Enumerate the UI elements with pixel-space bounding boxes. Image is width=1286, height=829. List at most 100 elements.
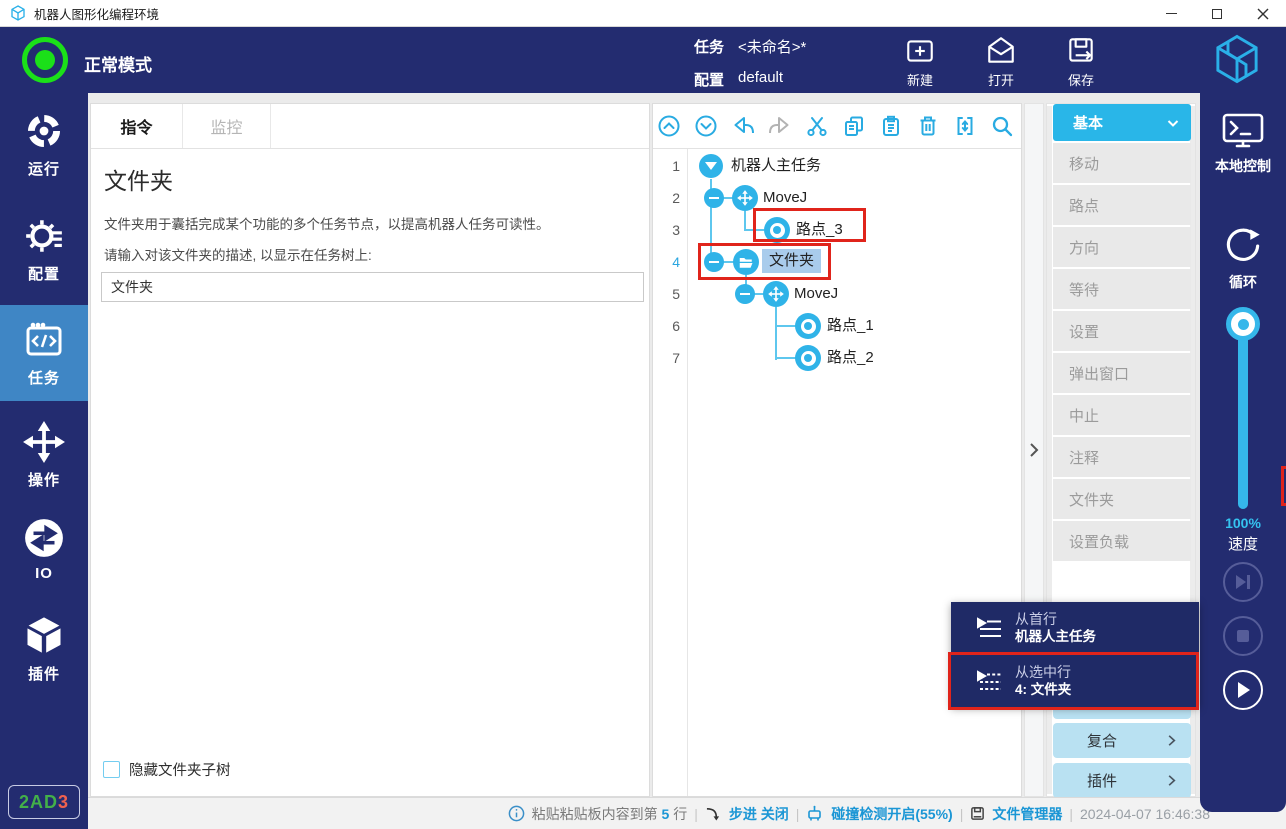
move-arrows-icon [23,421,65,463]
hidden-category-button[interactable] [1053,708,1191,719]
movej-node-icon[interactable] [732,185,758,211]
collapse-minus-icon[interactable] [704,188,724,208]
mode-indicator-icon [22,37,68,83]
paste-icon[interactable] [879,114,903,138]
brand-logo-icon [1210,32,1264,91]
save-button[interactable]: 保存 [1049,35,1113,89]
detail-tabs: 指令 监控 [91,104,649,149]
command-payload[interactable]: 设置负载 [1053,521,1191,561]
category-basic-header[interactable]: 基本 [1053,104,1191,141]
collapse-minus-icon[interactable] [735,284,755,304]
checkbox-label: 隐藏文件夹子树 [129,759,231,780]
loop-button[interactable]: 循环 [1200,221,1286,292]
file-manager-link[interactable]: 文件管理器 [992,804,1062,824]
step-icon [1234,574,1252,590]
sidebar-item-operate[interactable]: 操作 [0,421,88,490]
paste-message: 粘贴粘贴板内容到第 5 行 [532,804,688,824]
collapse-all-icon[interactable] [657,114,681,138]
open-button[interactable]: 打开 [969,35,1033,89]
collapse-minus-icon[interactable] [704,252,724,272]
menu-item-from-first-line[interactable]: 从首行 机器人主任务 [951,602,1199,654]
command-waypoint[interactable]: 路点 [1053,185,1191,225]
maximize-button[interactable] [1194,0,1240,27]
command-popup[interactable]: 弹出窗口 [1053,353,1191,393]
step-mode-status[interactable]: 步进 关闭 [729,804,789,824]
category-composite[interactable]: 复合 [1053,723,1191,758]
movej-node-icon[interactable] [763,281,789,307]
collision-status[interactable]: 碰撞检测开启(55%) [831,804,952,824]
step-mode-icon [705,806,722,821]
status-bar: 粘贴粘贴板内容到第 5 行 | 步进 关闭 | 碰撞检测开启(55%) | 文件… [88,797,1286,829]
right-control-panel: 本地控制 循环 100% 速度 [1200,93,1286,812]
delete-icon[interactable] [916,114,940,138]
header-bar: 正常模式 任务 <未命名>* 配置 default 新建 打开 保存 [0,27,1286,93]
minimize-button[interactable] [1148,0,1194,27]
collapse-toggle-icon[interactable] [699,154,723,178]
command-comment[interactable]: 注释 [1053,437,1191,477]
stop-button[interactable] [1223,616,1263,656]
waypoint-node-icon[interactable] [795,345,821,371]
command-abort[interactable]: 中止 [1053,395,1191,435]
search-icon[interactable] [990,114,1014,138]
command-wait[interactable]: 等待 [1053,269,1191,309]
sidebar-item-run[interactable]: 运行 [0,110,88,179]
folder-node-icon[interactable] [733,249,759,275]
page-title: 文件夹 [104,162,173,196]
tree-node-folder-selected[interactable]: 文件夹 [762,249,821,273]
command-direction[interactable]: 方向 [1053,227,1191,267]
menu-item-from-selected-line[interactable]: 从选中行 4: 文件夹 [951,654,1199,706]
tree-node-waypoint3[interactable]: 路点_3 [796,220,843,240]
command-move[interactable]: 移动 [1053,143,1191,183]
hide-subtree-checkbox[interactable]: 隐藏文件夹子树 [103,759,231,780]
menu-item-subtitle: 机器人主任务 [1015,628,1096,645]
step-button[interactable] [1223,562,1263,602]
expand-all-icon[interactable] [694,114,718,138]
local-control-button[interactable]: 本地控制 [1200,111,1286,176]
new-task-button[interactable]: 新建 [888,35,952,89]
tree-node-waypoint2[interactable]: 路点_2 [827,348,874,368]
redo-icon[interactable] [768,114,792,138]
tree-row-number: 3 [653,214,680,246]
sidebar-item-io[interactable]: IO [0,517,88,582]
app-logo-icon [10,5,26,21]
insert-line-icon[interactable] [953,114,977,138]
play-button[interactable] [1223,670,1263,710]
folder-description: 文件夹用于囊括完成某个功能的多个任务节点，以提高机器人任务可读性。 [104,213,550,233]
command-folder[interactable]: 文件夹 [1053,479,1191,519]
mode-label: 正常模式 [84,51,152,76]
tree-row-number: 6 [653,310,680,342]
loop-icon [1220,221,1266,267]
copy-icon[interactable] [842,114,866,138]
sidebar-item-config[interactable]: 配置 [0,215,88,284]
checkbox-box[interactable] [103,761,120,778]
waypoint-node-icon[interactable] [795,313,821,339]
new-task-icon [904,35,936,67]
waypoint-node-icon[interactable] [764,217,790,243]
command-set[interactable]: 设置 [1053,311,1191,351]
terminal-icon [1220,111,1266,151]
category-plugin[interactable]: 插件 [1053,763,1191,798]
save-icon [1065,35,1097,67]
sidebar-item-task[interactable]: 任务 [0,319,88,388]
tab-monitor[interactable]: 监控 [183,104,271,148]
speed-slider-track[interactable] [1238,331,1248,509]
sidebar-item-plugin[interactable]: 插件 [0,613,88,684]
speed-slider-knob[interactable] [1226,307,1260,341]
menu-item-subtitle: 4: 文件夹 [1015,681,1071,698]
window-title: 机器人图形化编程环境 [34,4,159,23]
tree-node-movej[interactable]: MoveJ [794,284,838,304]
run-from-popup-menu: 从首行 机器人主任务 从选中行 4: 文件夹 [951,602,1199,707]
chevron-right-icon [1027,441,1041,459]
folder-name-input[interactable] [101,272,644,302]
config-value: default [738,69,783,90]
task-row: 任务 <未命名>* [694,36,806,57]
undo-icon[interactable] [731,114,755,138]
cut-icon[interactable] [805,114,829,138]
tree-node-root[interactable]: 机器人主任务 [731,156,821,176]
tree-node-movej[interactable]: MoveJ [763,188,807,208]
tree-node-waypoint1[interactable]: 路点_1 [827,316,874,336]
close-button[interactable] [1240,0,1286,27]
plugin-cube-icon [22,613,66,657]
tab-instruction[interactable]: 指令 [91,104,183,148]
tree-row-number: 2 [653,182,680,214]
